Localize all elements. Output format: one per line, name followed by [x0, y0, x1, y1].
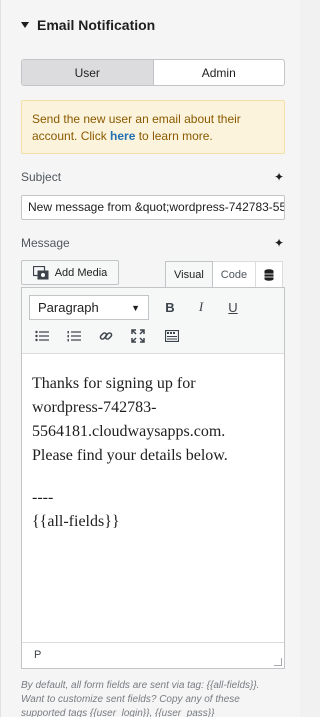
editor-content[interactable]: Thanks for signing up for wordpress-7427…: [22, 354, 284, 552]
message-editor: Paragraph ▼ B I U Thanks for signing up …: [21, 287, 285, 669]
body-line: 5564181.cloudwaysapps.com.: [32, 423, 226, 440]
toggle-admin[interactable]: Admin: [154, 60, 285, 85]
bullet-list-icon[interactable]: [32, 326, 52, 346]
body-fields-tag: {{all-fields}}: [32, 513, 120, 530]
body-separator: ----: [32, 489, 54, 506]
section-header[interactable]: Email Notification: [21, 16, 155, 34]
link-icon[interactable]: [96, 326, 116, 346]
notice-link[interactable]: here: [110, 129, 135, 143]
database-icon[interactable]: [256, 261, 284, 288]
ai-sparkle-icon[interactable]: ✦: [274, 170, 284, 184]
section-title: Email Notification: [37, 17, 156, 33]
toggle-user[interactable]: User: [22, 60, 154, 85]
subject-input[interactable]: New message from &quot;wordpress-742783-…: [21, 195, 285, 220]
tab-visual[interactable]: Visual: [165, 261, 213, 288]
italic-icon[interactable]: I: [191, 297, 211, 317]
subject-label: Subject: [21, 170, 62, 184]
format-select[interactable]: Paragraph ▼: [29, 295, 149, 320]
chevron-down-icon: ▼: [131, 302, 140, 313]
notice-text-after: to learn more.: [135, 129, 213, 143]
element-path[interactable]: P: [34, 649, 41, 661]
bold-icon[interactable]: B: [160, 297, 180, 317]
recipient-toggle: User Admin: [21, 59, 285, 86]
toolbar-toggle-icon[interactable]: [162, 326, 182, 346]
ai-sparkle-icon[interactable]: ✦: [274, 236, 284, 250]
info-notice: Send the new user an email about their a…: [21, 100, 285, 154]
help-text: By default, all form fields are sent via…: [21, 680, 260, 717]
body-line: Please find your details below.: [32, 447, 228, 464]
email-notification-panel: Email Notification User Admin Send the n…: [0, 0, 300, 717]
caret-down-icon: [21, 22, 29, 28]
add-media-button[interactable]: Add Media: [21, 260, 119, 285]
fullscreen-icon[interactable]: [128, 326, 148, 346]
tab-code[interactable]: Code: [212, 261, 257, 288]
editor-statusbar: P: [22, 642, 284, 668]
numbered-list-icon[interactable]: [64, 326, 84, 346]
media-icon: [32, 265, 49, 279]
message-label: Message: [21, 236, 70, 250]
underline-icon[interactable]: U: [223, 297, 243, 317]
editor-toolbar: Paragraph ▼ B I U: [22, 288, 284, 354]
resize-handle-icon[interactable]: [274, 658, 282, 666]
format-value: Paragraph: [38, 300, 99, 315]
body-line: wordpress-742783-: [32, 399, 157, 416]
add-media-label: Add Media: [54, 266, 108, 279]
body-line: Thanks for signing up for: [32, 375, 196, 392]
editor-tabs: Visual Code: [165, 261, 284, 288]
